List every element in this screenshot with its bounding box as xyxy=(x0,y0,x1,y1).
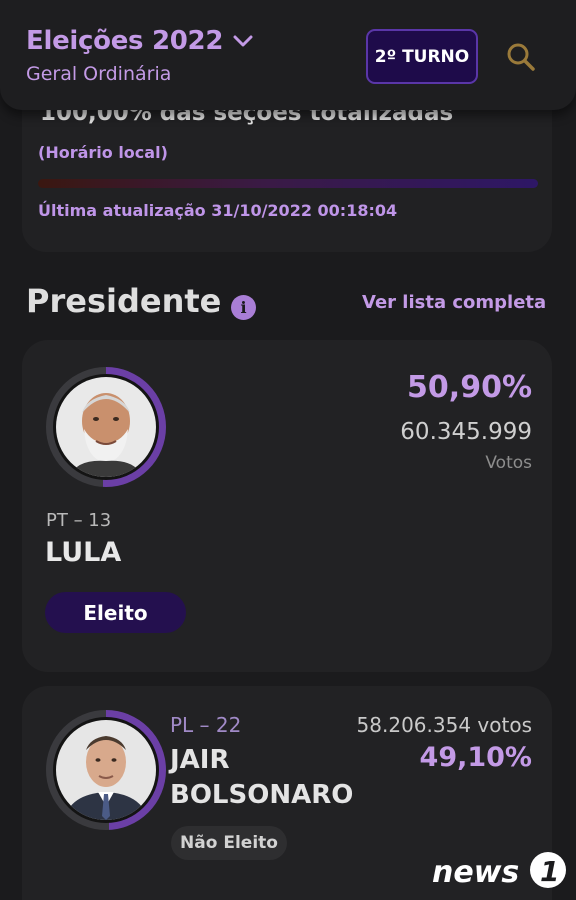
candidate-party-bolsonaro: PL – 22 xyxy=(170,713,242,737)
candidate-avatar-bolsonaro xyxy=(46,710,166,830)
app-header: Eleições 2022 Geral Ordinária 2º TURNO xyxy=(0,0,576,110)
election-selector[interactable]: Eleições 2022 xyxy=(26,26,253,56)
votes-label: Votos xyxy=(485,453,532,473)
svg-text:1: 1 xyxy=(540,855,559,888)
elected-badge: Eleito xyxy=(45,592,186,633)
progress-fill xyxy=(38,179,538,188)
election-subtitle: Geral Ordinária xyxy=(26,63,172,85)
election-title: Eleições 2022 xyxy=(26,26,224,56)
not-elected-badge: Não Eleito xyxy=(171,826,287,860)
candidate-party-lula: PT – 13 xyxy=(46,510,112,531)
local-time-note: (Horário local) xyxy=(38,143,168,162)
section-title: Presidente xyxy=(26,282,222,320)
see-full-list-link[interactable]: Ver lista completa xyxy=(362,292,546,313)
news1-watermark: news 1 xyxy=(432,848,572,892)
search-icon[interactable] xyxy=(506,42,536,76)
info-icon[interactable]: i xyxy=(231,295,256,320)
candidate-name-lula: LULA xyxy=(45,537,122,568)
totalization-progress-bar xyxy=(38,179,538,188)
candidate-name-bolsonaro: JAIR BOLSONARO xyxy=(170,745,354,810)
last-update-text: Última atualização 31/10/2022 00:18:04 xyxy=(38,201,398,220)
candidate-percent-lula: 50,90% xyxy=(407,370,532,405)
candidate-votes-bolsonaro: 58.206.354 votos xyxy=(356,713,532,737)
svg-text:news: news xyxy=(432,855,519,890)
candidate-percent-bolsonaro: 49,10% xyxy=(419,742,532,773)
chevron-down-icon xyxy=(233,33,253,52)
candidate-avatar-lula xyxy=(46,367,166,487)
turno-button[interactable]: 2º TURNO xyxy=(366,29,478,84)
candidate-votes-lula: 60.345.999 xyxy=(400,419,532,445)
